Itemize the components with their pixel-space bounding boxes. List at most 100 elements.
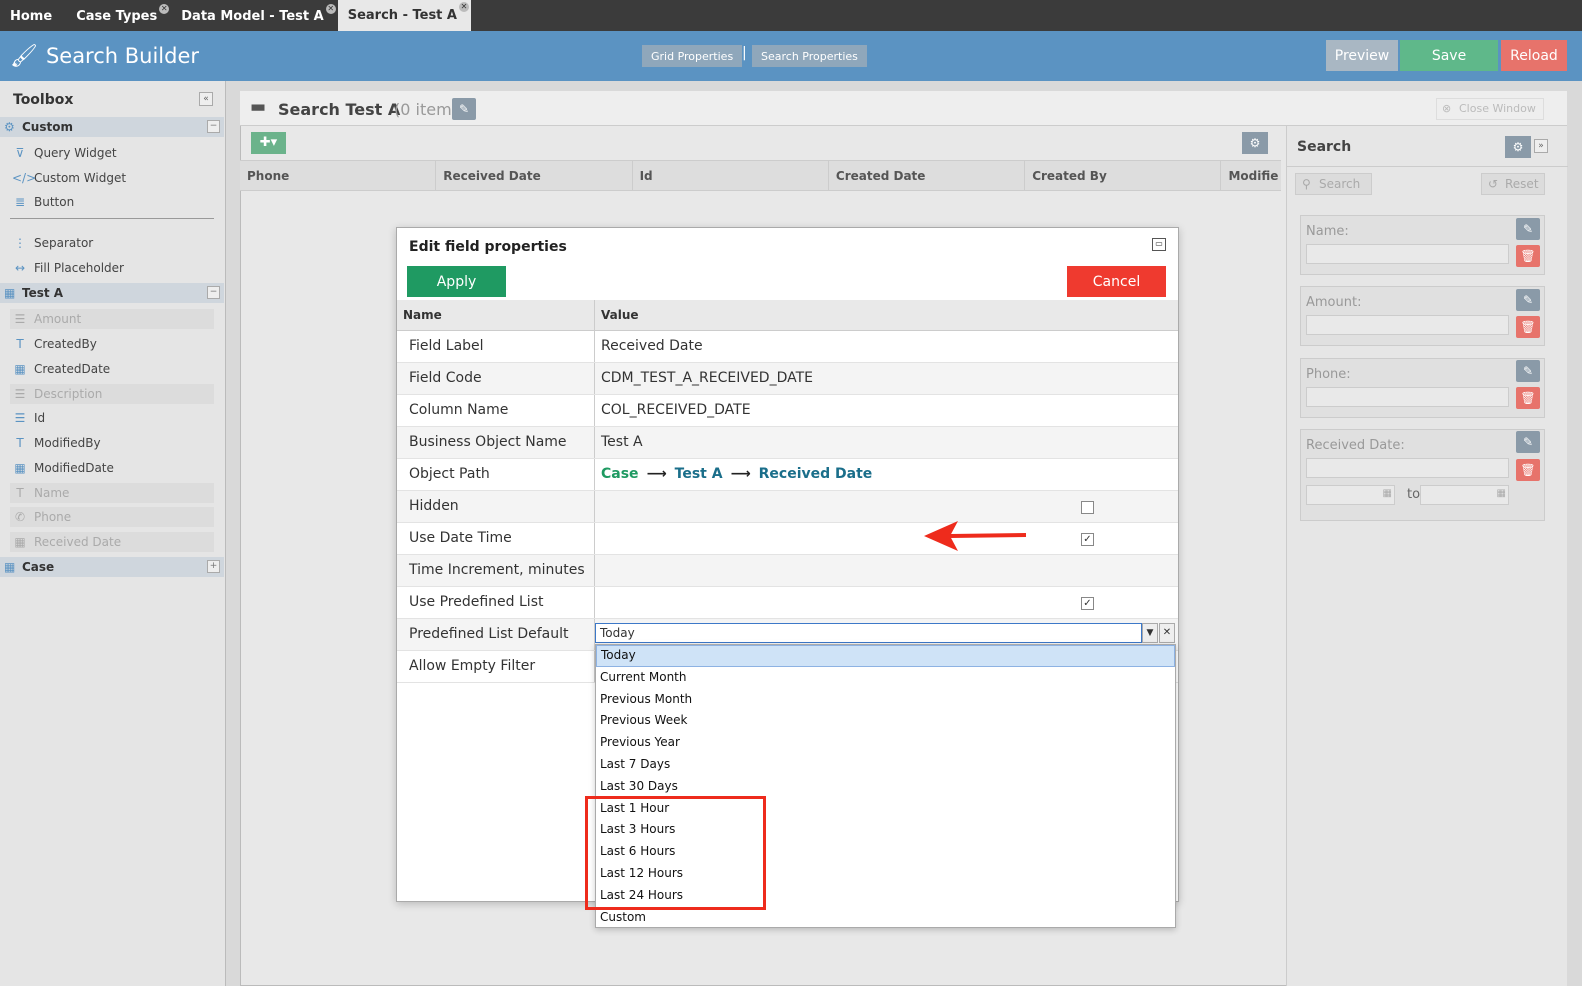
- path-segment-case[interactable]: Case: [601, 466, 639, 482]
- collapse-section-icon[interactable]: −: [207, 120, 220, 133]
- expand-section-icon[interactable]: +: [207, 560, 220, 573]
- collapse-right-icon[interactable]: »: [1534, 139, 1548, 153]
- grid-column-created-by[interactable]: Created By: [1025, 161, 1222, 190]
- collapse-section-icon[interactable]: −: [207, 286, 220, 299]
- toolbox-field-createddate[interactable]: ▦ CreatedDate: [10, 359, 214, 379]
- calendar-icon[interactable]: ▦: [1383, 488, 1392, 499]
- property-value[interactable]: [596, 555, 1178, 586]
- clear-icon[interactable]: ✕: [1159, 623, 1175, 643]
- toolbox-field-modifieddate[interactable]: ▦ ModifiedDate: [10, 458, 214, 478]
- save-button[interactable]: Save: [1400, 40, 1498, 71]
- grid-column-created-date[interactable]: Created Date: [829, 161, 1026, 190]
- search-button[interactable]: ⚲ Search: [1295, 173, 1372, 195]
- edit-title-icon[interactable]: ✎: [452, 98, 476, 120]
- table-row: Hidden: [397, 491, 1178, 523]
- maximize-icon[interactable]: ▭: [1152, 238, 1166, 251]
- edit-icon[interactable]: ✎: [1516, 218, 1540, 240]
- grid-column-id[interactable]: Id: [633, 161, 829, 190]
- toolbox-field-id[interactable]: ☰ Id: [10, 408, 214, 428]
- phone-input[interactable]: [1306, 387, 1509, 407]
- dropdown-option-today[interactable]: Today: [596, 645, 1175, 667]
- search-panel-title: Search: [1297, 139, 1352, 155]
- tab-home[interactable]: Home: [0, 2, 66, 31]
- section-label: Case: [22, 560, 55, 574]
- toolbox-item-label: Separator: [34, 236, 94, 250]
- path-segment-received-date[interactable]: Received Date: [759, 466, 873, 482]
- edit-icon[interactable]: ✎: [1516, 360, 1540, 382]
- grid-column-phone[interactable]: Phone: [240, 161, 437, 190]
- add-column-button[interactable]: ✚▾: [251, 132, 286, 154]
- text-icon: T: [16, 337, 24, 351]
- reload-button[interactable]: Reload: [1501, 40, 1567, 71]
- edit-icon[interactable]: ✎: [1516, 431, 1540, 453]
- amount-input[interactable]: [1306, 315, 1509, 335]
- path-segment-test-a[interactable]: Test A: [675, 466, 723, 482]
- tab-case-types[interactable]: Case Types ✕: [66, 2, 171, 31]
- dropdown-option[interactable]: Last 7 Days: [596, 754, 1175, 776]
- section-case[interactable]: ▦ Case +: [0, 557, 224, 577]
- hidden-checkbox[interactable]: [1081, 501, 1094, 514]
- collapse-left-icon[interactable]: «: [199, 92, 213, 106]
- reset-button[interactable]: ↺ Reset: [1481, 173, 1545, 195]
- section-custom[interactable]: ⚙ Custom −: [0, 117, 224, 137]
- property-value[interactable]: Test A: [596, 427, 1178, 458]
- toolbox-item-custom-widget[interactable]: </> Custom Widget: [10, 168, 214, 188]
- toolbox-item-button[interactable]: ≣ Button: [10, 192, 214, 212]
- toolbox-item-separator[interactable]: ⋮ Separator: [10, 233, 214, 253]
- property-value[interactable]: Received Date: [596, 331, 1178, 362]
- table-row: Column Name COL_RECEIVED_DATE: [397, 395, 1178, 427]
- delete-icon[interactable]: 🗑: [1516, 316, 1540, 338]
- toolbox-item-fill-placeholder[interactable]: ↔ Fill Placeholder: [10, 258, 214, 278]
- toolbox-item-label: ModifiedDate: [34, 461, 114, 475]
- apply-button[interactable]: Apply: [407, 266, 506, 297]
- delete-icon[interactable]: 🗑: [1516, 245, 1540, 267]
- close-window-button[interactable]: ⊗ Close Window: [1436, 98, 1544, 120]
- section-test-a[interactable]: ▦ Test A −: [0, 283, 224, 303]
- date-from-input[interactable]: ▦: [1306, 485, 1395, 505]
- search-field-phone: Phone:: [1300, 358, 1545, 418]
- name-input[interactable]: [1306, 244, 1509, 264]
- toolbox-field-amount: ☰ Amount: [10, 309, 214, 329]
- received-date-input[interactable]: [1306, 458, 1509, 478]
- list-icon: ☰: [14, 387, 26, 401]
- delete-icon[interactable]: 🗑: [1516, 459, 1540, 481]
- dropdown-option[interactable]: Last 30 Days: [596, 776, 1175, 798]
- edit-icon[interactable]: ✎: [1516, 289, 1540, 311]
- property-value[interactable]: COL_RECEIVED_DATE: [596, 395, 1178, 426]
- dropdown-option[interactable]: Previous Month: [596, 689, 1175, 711]
- dropdown-option[interactable]: Previous Week: [596, 710, 1175, 732]
- chevron-down-icon[interactable]: ▼: [1142, 623, 1158, 643]
- delete-icon[interactable]: 🗑: [1516, 387, 1540, 409]
- close-icon[interactable]: ✕: [325, 4, 336, 14]
- close-icon[interactable]: ✕: [459, 2, 469, 12]
- text-icon: T: [16, 436, 24, 450]
- predefined-list-default-select[interactable]: Today: [595, 623, 1142, 643]
- date-to-input[interactable]: ▦: [1420, 485, 1509, 505]
- dropdown-option[interactable]: Current Month: [596, 667, 1175, 689]
- search-properties-button[interactable]: Search Properties: [752, 45, 867, 67]
- cancel-button[interactable]: Cancel: [1067, 266, 1166, 297]
- tab-search-test-a[interactable]: Search - Test A ✕: [337, 0, 471, 31]
- search-settings-icon[interactable]: ⚙: [1505, 136, 1531, 158]
- close-icon[interactable]: ✕: [159, 4, 170, 14]
- tab-label: Data Model - Test A: [181, 9, 324, 24]
- use-predefined-list-checkbox[interactable]: ✓: [1081, 597, 1094, 610]
- grid-column-received-date[interactable]: Received Date: [436, 161, 633, 190]
- page-title: Search Test A: [278, 100, 401, 119]
- grid-column-modified[interactable]: Modifie: [1221, 161, 1281, 190]
- calendar-icon[interactable]: ▦: [1497, 488, 1506, 499]
- toolbox-field-modifiedby[interactable]: T ModifiedBy: [10, 433, 214, 453]
- grid-properties-button[interactable]: Grid Properties: [642, 45, 743, 67]
- property-value[interactable]: CDM_TEST_A_RECEIVED_DATE: [596, 363, 1178, 394]
- property-value: [596, 491, 1178, 522]
- toolbox-item-query-widget[interactable]: ⊽ Query Widget: [10, 143, 214, 163]
- use-date-time-checkbox[interactable]: ✓: [1081, 533, 1094, 546]
- preview-button[interactable]: Preview: [1326, 40, 1398, 71]
- toolbox-title: Toolbox: [13, 92, 74, 108]
- dropdown-option[interactable]: Previous Year: [596, 732, 1175, 754]
- gears-icon: ⚙: [4, 120, 15, 134]
- tab-data-model[interactable]: Data Model - Test A ✕: [171, 2, 337, 31]
- toolbox-field-createdby[interactable]: T CreatedBy: [10, 334, 214, 354]
- toolbox-item-label: Fill Placeholder: [34, 261, 124, 275]
- grid-settings-icon[interactable]: ⚙: [1242, 132, 1268, 154]
